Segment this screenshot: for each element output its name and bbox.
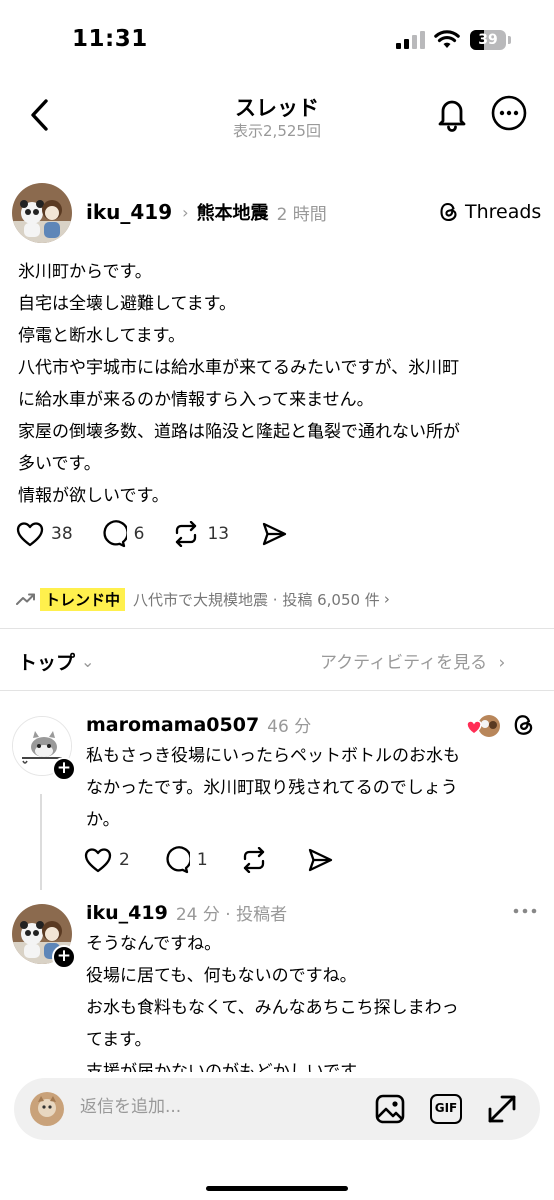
avatar	[30, 1092, 64, 1126]
repost-count: 13	[207, 524, 230, 544]
more-options-icon[interactable]	[490, 94, 528, 132]
follow-plus-button[interactable]: +	[52, 945, 76, 969]
home-indicator	[206, 1186, 348, 1191]
divider	[0, 690, 554, 691]
threads-link[interactable]: Threads	[438, 198, 541, 226]
status-bar: 11:31 39	[0, 0, 554, 80]
cellular-signal-icon	[396, 31, 425, 49]
more-options-icon[interactable]	[512, 906, 538, 916]
reply-text-line: 役場に居ても、何もないのですね。	[86, 966, 357, 986]
like-count: 38	[51, 524, 73, 544]
avatar[interactable]	[12, 183, 72, 243]
send-icon	[262, 522, 287, 546]
reply-composer-bar: GIF	[0, 1072, 554, 1200]
reply-input[interactable]	[80, 1097, 360, 1117]
comment-icon	[166, 846, 190, 874]
reply-text-line: か。	[86, 810, 120, 830]
activity-link-label: アクティビティを見る	[320, 653, 488, 673]
post-topic-tag[interactable]: 熊本地震	[197, 199, 269, 225]
notification-bell-icon[interactable]	[434, 96, 470, 132]
post-time: 2 時間	[276, 204, 327, 225]
reply-body: 私もさっき役場にいったらペットボトルのお水も なかったです。氷川町取り残されてる…	[86, 740, 536, 836]
comment-icon	[103, 520, 127, 548]
reply-button[interactable]: 6	[99, 520, 145, 548]
threads-link-label: Threads	[465, 201, 542, 223]
top-navigation: スレッド 表示2,525回	[0, 80, 554, 160]
post-header: iku_419 › 熊本地震 2 時間	[86, 198, 327, 226]
post-text-line: 多いです。	[18, 454, 101, 474]
sort-label: トップ	[18, 652, 76, 674]
heart-icon	[84, 848, 112, 873]
post-text-line: に給水車が来るのか情報すら入って来ません。	[18, 390, 374, 410]
chevron-right-icon: ›	[383, 590, 390, 608]
like-button[interactable]: 38	[16, 521, 73, 547]
sort-dropdown[interactable]: トップ ⌄	[18, 648, 94, 675]
post-text-line: 家屋の倒壊多数、道路は陥没と隆起と亀裂で通れない所が	[18, 422, 460, 442]
reply-count: 6	[133, 524, 145, 544]
wifi-icon	[434, 30, 460, 48]
reply-username[interactable]: maromama0507	[86, 714, 259, 736]
post-text-line: 氷川町からです。	[18, 262, 152, 282]
repost-button[interactable]	[240, 847, 275, 873]
view-count: 表示2,525回	[233, 122, 321, 140]
like-count: 2	[119, 850, 130, 870]
post-text-line: 自宅は全壊し避難してます。	[18, 294, 236, 314]
post-actions: 38 6 13	[16, 520, 294, 548]
expand-icon[interactable]	[486, 1093, 518, 1125]
post-body: 氷川町からです。 自宅は全壊し避難してます。 停電と断水してます。 八代市や宇城…	[18, 256, 542, 512]
reply-text-line: そうなんですね。	[86, 934, 222, 954]
share-button[interactable]	[307, 847, 340, 873]
reply-button[interactable]: 1	[162, 846, 208, 874]
threads-logo-icon	[440, 202, 457, 222]
reply-text-line: なかったです。氷川町取り残されてるのでしょう	[86, 778, 458, 798]
post-text-line: 停電と断水してます。	[18, 326, 185, 346]
reply-count: 1	[196, 850, 208, 870]
avatar-image	[30, 1092, 64, 1126]
trending-arrow-icon	[16, 593, 35, 605]
view-activity-link[interactable]: アクティビティを見る ›	[320, 648, 505, 673]
reply-text-line: お水も食料もなくて、みんなあちこち探しまわっ	[86, 998, 459, 1018]
follow-plus-button[interactable]: +	[52, 757, 76, 781]
trend-text: 八代市で大規模地震 · 投稿 6,050 件	[133, 590, 380, 609]
reply-header: maromama0507 46 分	[86, 712, 312, 738]
thread-connector-line	[40, 794, 42, 890]
repost-button[interactable]: 13	[172, 521, 229, 547]
gif-button[interactable]: GIF	[430, 1094, 462, 1124]
post-username[interactable]: iku_419	[86, 200, 172, 224]
divider	[0, 628, 554, 629]
reply-time: 46 分	[267, 717, 312, 737]
reply-username[interactable]: iku_419	[86, 902, 168, 924]
reply-time: 24 分 · 投稿者	[175, 905, 288, 925]
reply-text-line: てます。	[86, 1030, 152, 1050]
page-title: スレッド	[235, 96, 319, 120]
repost-icon	[176, 521, 197, 547]
heart-icon	[16, 522, 44, 547]
reply-text-line: 私もさっき役場にいったらペットボトルのお水も	[86, 746, 460, 766]
post-text-line: 情報が欲しいです。	[18, 486, 169, 506]
send-icon	[308, 848, 332, 872]
avatar-image	[12, 183, 72, 243]
reply-composer[interactable]: GIF	[14, 1078, 540, 1140]
share-button[interactable]	[261, 521, 294, 547]
battery-level: 39	[478, 32, 498, 48]
status-time: 11:31	[72, 26, 148, 52]
reply-header: iku_419 24 分 · 投稿者	[86, 900, 288, 926]
battery-icon: 39	[470, 30, 506, 50]
battery-cap	[508, 36, 511, 44]
liked-by-author-icon	[466, 715, 500, 737]
image-gallery-icon[interactable]	[374, 1093, 406, 1125]
post-text-line: 八代市や宇城市には給水車が来てるみたいですが、氷川町	[18, 358, 460, 378]
chevron-down-icon: ⌄	[81, 652, 95, 671]
trend-badge: トレンド中	[40, 587, 126, 611]
repost-icon	[243, 847, 264, 873]
trend-banner[interactable]: トレンド中 八代市で大規模地震 · 投稿 6,050 件 ›	[16, 586, 390, 612]
reply-body: そうなんですね。 役場に居ても、何もないのですね。 お水も食料もなくて、みんなあ…	[86, 928, 536, 1088]
reply-actions: 2 1	[84, 846, 340, 874]
chevron-right-icon: ›	[498, 653, 506, 673]
chevron-right-icon: ›	[182, 202, 189, 222]
threads-logo-icon[interactable]	[512, 713, 536, 737]
like-button[interactable]: 2	[84, 847, 130, 873]
